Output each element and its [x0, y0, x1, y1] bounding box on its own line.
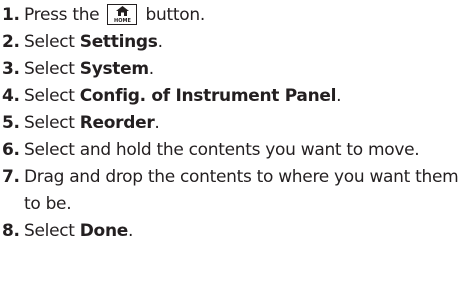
step-text-after: .: [336, 86, 342, 106]
step-text-before: Select: [24, 59, 80, 79]
instruction-steps: 1. Press the HOME button. 2. Select Sett…: [2, 2, 462, 245]
step-bold-term: Reorder: [79, 113, 155, 133]
step-text-after: .: [148, 59, 154, 79]
step-number: 3.: [2, 59, 20, 79]
step-number: 1.: [2, 5, 20, 25]
step-text: Drag and drop the contents to where you …: [24, 167, 459, 214]
step-4: 4. Select Config. of Instrument Panel.: [2, 83, 462, 110]
step-6: 6. Select and hold the contents you want…: [2, 137, 462, 164]
step-8: 8. Select Done.: [2, 218, 462, 245]
step-2: 2. Select Settings.: [2, 29, 462, 56]
step-text-after: .: [127, 221, 134, 241]
step-number: 4.: [2, 86, 20, 106]
step-text: Select Config. of Instrument Panel.: [24, 83, 462, 110]
step-text-before: Select: [24, 113, 80, 133]
step-text: Press the HOME button.: [24, 2, 462, 29]
step-text-after: button.: [140, 5, 206, 25]
step-text-before: Press the: [24, 5, 105, 25]
step-7: 7. Drag and drop the contents to where y…: [2, 164, 462, 218]
step-number: 2.: [2, 32, 20, 52]
step-text: Select Settings.: [24, 29, 462, 56]
step-text-before: Select: [24, 86, 80, 106]
step-3: 3. Select System.: [2, 56, 462, 83]
step-bold-term: Config. of Instrument Panel: [79, 86, 337, 106]
home-button-icon: HOME: [107, 4, 138, 25]
step-bold-term: Done: [79, 221, 129, 241]
step-text: Select System.: [24, 56, 462, 83]
step-number: 7.: [2, 167, 20, 187]
step-text-before: Select: [24, 221, 80, 241]
step-number: 6.: [2, 140, 20, 160]
step-text-before: Select: [24, 32, 80, 52]
step-number: 5.: [2, 113, 20, 133]
step-1: 1. Press the HOME button.: [2, 2, 462, 29]
step-bold-term: System: [79, 59, 149, 79]
step-text-after: .: [154, 113, 160, 133]
step-text: Select and hold the contents you want to…: [24, 140, 420, 160]
step-bold-term: Settings: [79, 32, 158, 52]
step-5: 5. Select Reorder.: [2, 110, 462, 137]
step-text: Select Reorder.: [24, 110, 462, 137]
home-button-label: HOME: [114, 18, 131, 24]
step-number: 8.: [2, 221, 20, 241]
step-text-after: .: [157, 32, 163, 52]
step-text: Select Done.: [24, 218, 462, 245]
